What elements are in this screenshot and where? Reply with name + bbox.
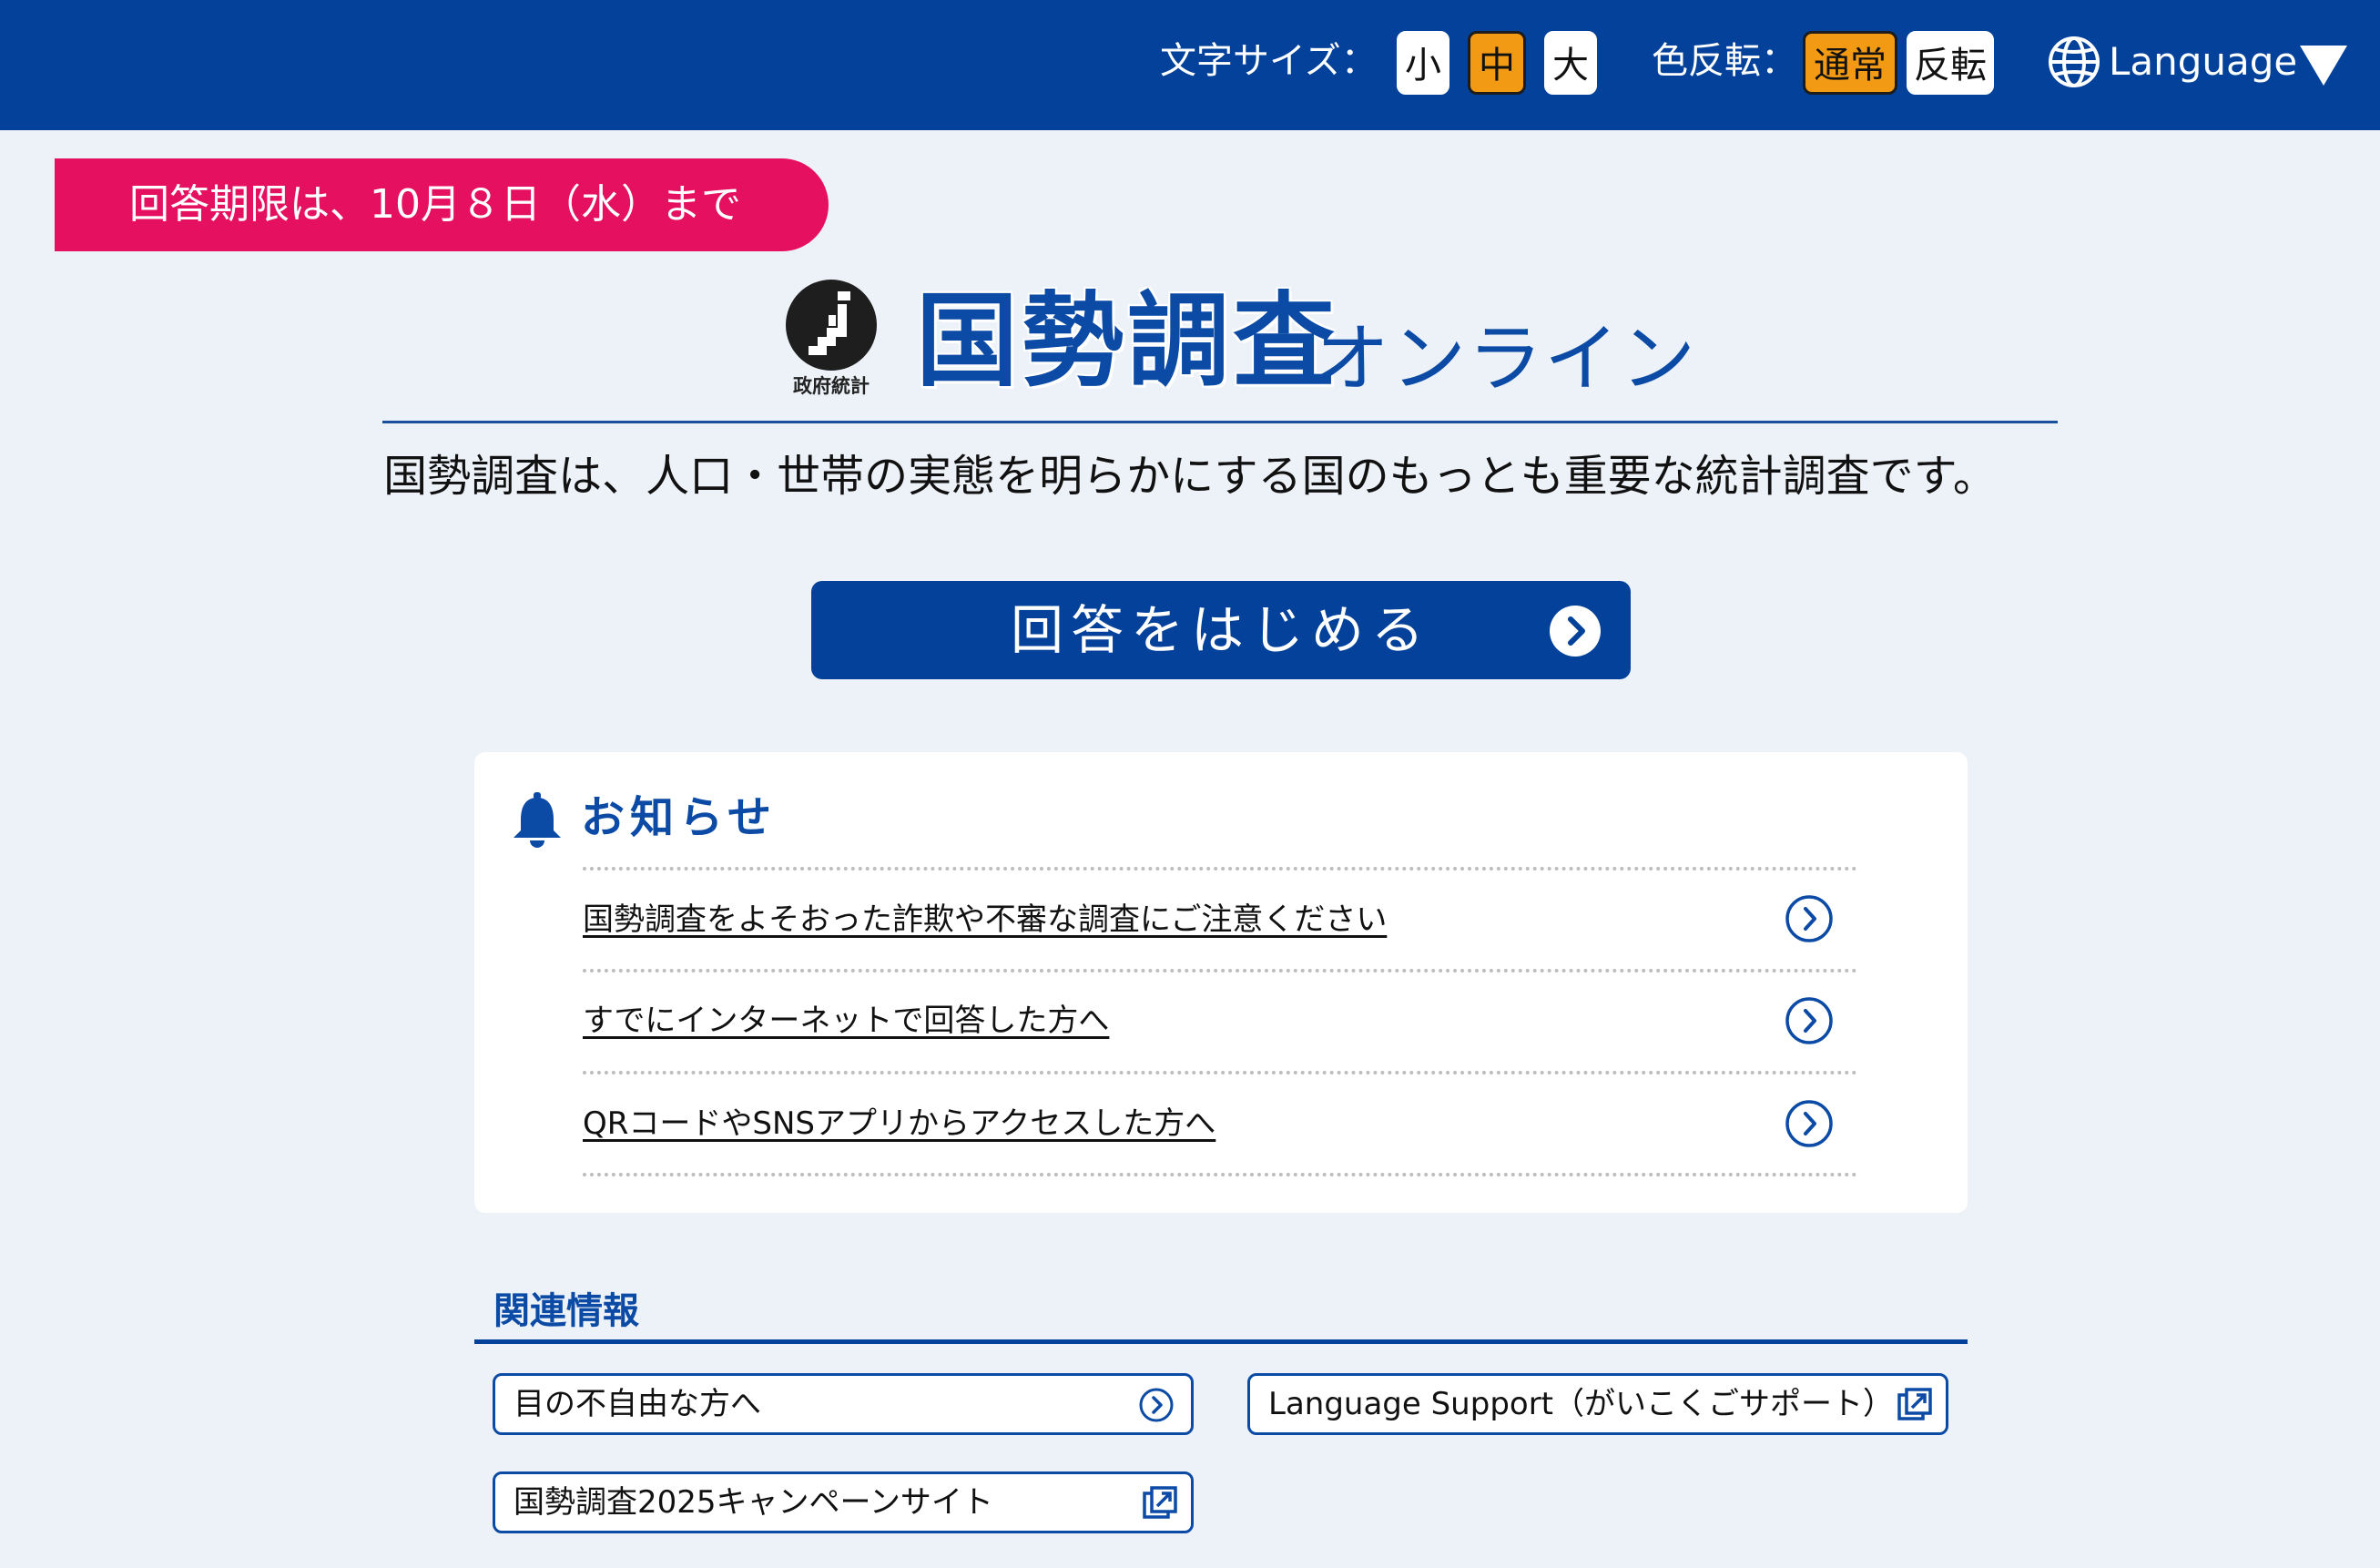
title-divider (382, 421, 2058, 423)
font-size-label: 文字サイズ： (1160, 40, 1378, 82)
chevron-right-circle-icon (1139, 1388, 1174, 1422)
triangle-down-icon[interactable] (2298, 42, 2349, 87)
font-size-small-button[interactable]: 小 (1397, 31, 1449, 95)
bell-icon (514, 792, 561, 848)
top-bar: 文字サイズ： 小 中 大 色反転： 通常 反転 Language (0, 0, 2380, 130)
start-answer-button[interactable]: 回答をはじめる (811, 581, 1631, 679)
related-link-visually-impaired[interactable]: 目の不自由な方へ (493, 1373, 1194, 1435)
tagline: 国勢調査は、人口・世帯の実態を明らかにする国のもっとも重要な統計調査です。 (383, 451, 1997, 502)
notice-link-qr-sns[interactable]: QRコードやSNSアプリからアクセスした方へ (583, 1104, 1215, 1144)
related-link-label: 目の不自由な方へ (514, 1386, 761, 1422)
font-size-medium-button[interactable]: 中 (1468, 31, 1526, 95)
notice-link-already-answered[interactable]: すでにインターネットで回答した方へ (583, 1001, 1109, 1041)
divider (583, 1173, 1857, 1176)
external-link-icon (1897, 1388, 1932, 1420)
divider (583, 1071, 1857, 1074)
notices-heading: お知らせ (581, 792, 778, 843)
related-link-language-support[interactable]: Language Support（がいこくごサポート） (1247, 1373, 1948, 1435)
external-link-icon (1143, 1486, 1177, 1519)
deadline-banner: 回答期限は、10月８日（水）まで (55, 158, 829, 251)
chevron-right-circle-icon[interactable] (1785, 1099, 1834, 1148)
start-answer-label: 回答をはじめる (1010, 599, 1431, 661)
related-info-rule (474, 1339, 1968, 1344)
logo-caption: 政府統計 (793, 375, 870, 397)
chevron-right-circle-icon[interactable] (1785, 894, 1834, 943)
related-info-heading: 関連情報 (493, 1290, 639, 1332)
site-title: 国勢調査 (916, 282, 1338, 401)
globe-icon[interactable] (2047, 35, 2101, 89)
government-statistics-logo-icon (786, 280, 877, 371)
font-size-large-button[interactable]: 大 (1544, 31, 1597, 95)
color-invert-button[interactable]: 反転 (1907, 31, 1994, 95)
chevron-right-circle-icon (1550, 606, 1601, 657)
divider (583, 867, 1857, 871)
color-invert-label: 色反転： (1652, 40, 1797, 82)
site-title-suffix: オンライン (1315, 316, 1698, 402)
chevron-right-circle-icon[interactable] (1785, 996, 1834, 1045)
divider (583, 969, 1857, 972)
related-link-campaign-site[interactable]: 国勢調査2025キャンペーンサイト (493, 1471, 1194, 1533)
related-link-label: 国勢調査2025キャンペーンサイト (514, 1484, 993, 1521)
related-link-label: Language Support（がいこくごサポート） (1268, 1386, 1895, 1422)
language-selector[interactable]: Language (2109, 36, 2297, 87)
color-normal-button[interactable]: 通常 (1803, 31, 1897, 95)
notice-link-fraud-warning[interactable]: 国勢調査をよそおった詐欺や不審な調査にご注意ください (583, 900, 1387, 940)
